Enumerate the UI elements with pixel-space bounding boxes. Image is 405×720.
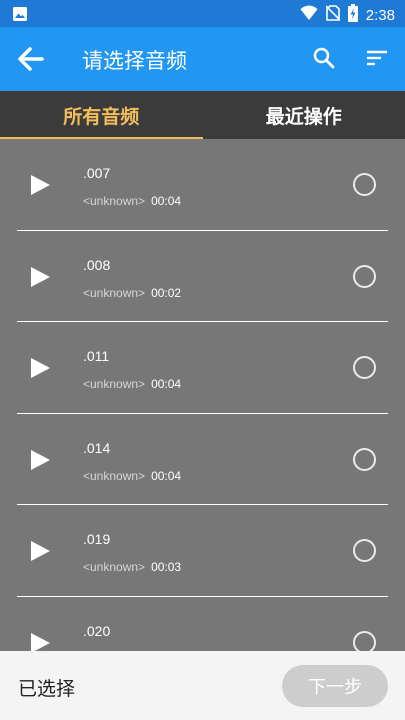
battery-charging-icon — [347, 4, 358, 26]
audio-list[interactable]: .007 <unknown> 00:04 .008 <unknown> 00:02 .011… — [0, 139, 405, 651]
play-icon[interactable] — [29, 266, 51, 292]
play-icon[interactable] — [29, 449, 51, 475]
play-icon[interactable] — [29, 540, 51, 566]
status-time: 2:38 — [365, 6, 395, 24]
select-radio[interactable] — [353, 264, 376, 288]
audio-artist: <unknown> — [83, 560, 146, 574]
tab-recent-operations[interactable]: 最近操作 — [203, 91, 405, 139]
audio-artist: <unknown> — [83, 194, 146, 208]
next-button[interactable]: 下一步 — [282, 665, 388, 707]
select-radio[interactable] — [353, 539, 376, 562]
list-item[interactable]: .020 — [17, 597, 388, 651]
play-icon[interactable] — [29, 174, 51, 200]
audio-duration: 00:04 — [151, 468, 182, 483]
audio-name: .014 — [83, 439, 111, 456]
search-icon[interactable] — [313, 47, 335, 73]
audio-name: .011 — [83, 348, 110, 364]
select-radio[interactable] — [353, 173, 376, 196]
audio-duration: 00:02 — [151, 285, 182, 300]
gallery-icon — [12, 6, 28, 26]
audio-meta: <unknown> 00:04 — [83, 377, 181, 391]
wifi-icon — [300, 5, 318, 25]
select-radio[interactable] — [353, 356, 376, 379]
audio-duration: 00:04 — [151, 194, 182, 208]
tab-all-audio[interactable]: 所有音频 — [0, 91, 203, 139]
list-item[interactable]: .007 <unknown> 00:04 — [17, 139, 388, 231]
select-radio[interactable] — [353, 630, 376, 651]
select-radio[interactable] — [353, 447, 376, 471]
play-icon[interactable] — [29, 357, 51, 383]
back-arrow-icon[interactable] — [18, 47, 44, 75]
audio-artist: <unknown> — [83, 377, 146, 391]
list-item[interactable]: .019 <unknown> 00:03 — [17, 505, 388, 597]
tab-bar: 所有音频 最近操作 — [0, 91, 405, 139]
audio-name: .020 — [83, 622, 111, 639]
audio-name: .008 — [83, 256, 111, 273]
status-bar: 2:38 — [0, 0, 405, 27]
audio-duration: 00:03 — [151, 560, 182, 574]
list-item[interactable]: .011 <unknown> 00:04 — [17, 322, 388, 414]
audio-name: .007 — [83, 165, 111, 181]
app-bar: 请选择音频 — [0, 27, 405, 91]
list-item[interactable]: .014 <unknown> 00:04 — [17, 414, 388, 505]
audio-meta: <unknown> 00:02 — [83, 286, 181, 300]
audio-name: .019 — [83, 531, 111, 547]
play-icon[interactable] — [29, 632, 51, 651]
bottom-bar: 已选择 下一步 — [0, 651, 405, 720]
audio-artist: <unknown> — [83, 285, 146, 300]
audio-duration: 00:04 — [151, 377, 182, 391]
page-title: 请选择音频 — [82, 49, 187, 73]
audio-meta: <unknown> 00:04 — [83, 194, 181, 208]
no-sim-icon — [325, 5, 341, 25]
audio-meta: <unknown> 00:03 — [83, 560, 181, 574]
sort-icon[interactable] — [366, 49, 388, 71]
audio-artist: <unknown> — [83, 468, 146, 483]
selected-label: 已选择 — [18, 678, 76, 700]
list-item[interactable]: .008 <unknown> 00:02 — [17, 231, 388, 322]
audio-meta: <unknown> 00:04 — [83, 469, 181, 483]
